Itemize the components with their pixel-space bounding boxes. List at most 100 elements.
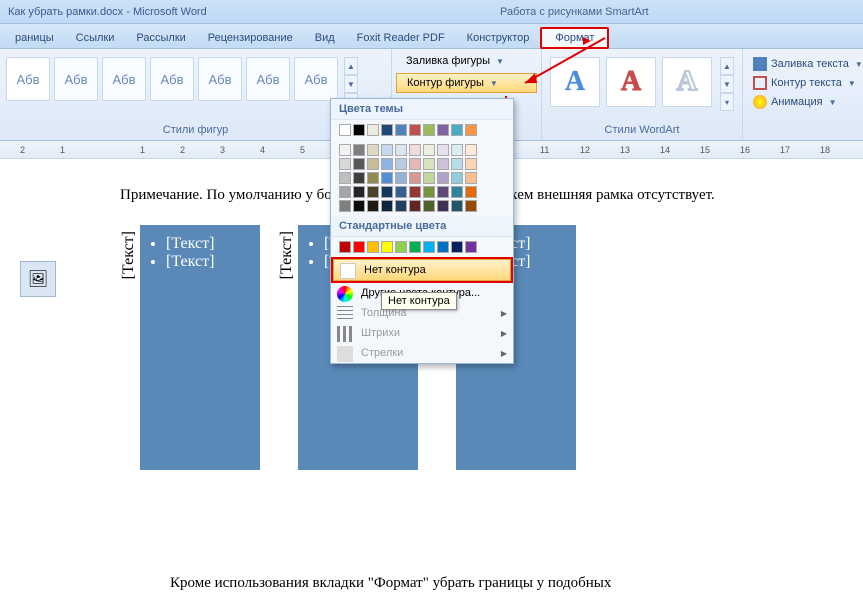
color-swatch[interactable] — [395, 124, 407, 136]
vertical-text-1[interactable]: [Текст] — [120, 225, 138, 285]
color-swatch[interactable] — [367, 186, 379, 198]
color-swatch[interactable] — [353, 186, 365, 198]
wordart-more[interactable]: ▾ — [720, 93, 734, 111]
color-swatch[interactable] — [367, 144, 379, 156]
color-swatch[interactable] — [367, 200, 379, 212]
tab-mailings[interactable]: Рассылки — [125, 27, 196, 48]
color-swatch[interactable] — [437, 144, 449, 156]
color-swatch[interactable] — [465, 241, 477, 253]
shape-style-6[interactable]: Абв — [246, 57, 290, 101]
color-swatch[interactable] — [395, 241, 407, 253]
color-swatch[interactable] — [451, 172, 463, 184]
arrows-item[interactable]: Стрелки ▶ — [331, 343, 513, 363]
tab-links[interactable]: Ссылки — [65, 27, 126, 48]
color-swatch[interactable] — [339, 241, 351, 253]
color-swatch[interactable] — [465, 144, 477, 156]
shape-style-7[interactable]: Абв — [294, 57, 338, 101]
tab-pages[interactable]: раницы — [4, 27, 65, 48]
color-swatch[interactable] — [353, 124, 365, 136]
wordart-style-3[interactable]: А — [662, 57, 712, 107]
color-swatch[interactable] — [353, 200, 365, 212]
color-swatch[interactable] — [339, 158, 351, 170]
color-swatch[interactable] — [353, 241, 365, 253]
color-swatch[interactable] — [367, 124, 379, 136]
color-swatch[interactable] — [395, 144, 407, 156]
animation-button[interactable]: Анимация ▼ — [749, 93, 863, 111]
color-swatch[interactable] — [381, 144, 393, 156]
color-swatch[interactable] — [339, 144, 351, 156]
color-swatch[interactable] — [423, 186, 435, 198]
tab-view[interactable]: Вид — [304, 27, 346, 48]
shape-style-5[interactable]: Абв — [198, 57, 242, 101]
color-swatch[interactable] — [353, 172, 365, 184]
list-item[interactable]: [Текст] — [166, 235, 252, 253]
color-swatch[interactable] — [381, 172, 393, 184]
color-swatch[interactable] — [395, 186, 407, 198]
color-swatch[interactable] — [409, 124, 421, 136]
color-swatch[interactable] — [437, 124, 449, 136]
color-swatch[interactable] — [367, 158, 379, 170]
color-swatch[interactable] — [339, 124, 351, 136]
color-swatch[interactable] — [423, 241, 435, 253]
color-swatch[interactable] — [465, 200, 477, 212]
smartart-block-1[interactable]: [Текст] [Текст] — [140, 225, 260, 470]
color-swatch[interactable] — [395, 158, 407, 170]
vertical-text-2[interactable]: [Текст] — [278, 225, 296, 285]
color-swatch[interactable] — [409, 241, 421, 253]
color-swatch[interactable] — [381, 158, 393, 170]
color-swatch[interactable] — [339, 172, 351, 184]
color-swatch[interactable] — [423, 158, 435, 170]
dashes-item[interactable]: Штрихи ▶ — [331, 323, 513, 343]
color-swatch[interactable] — [423, 200, 435, 212]
color-swatch[interactable] — [451, 144, 463, 156]
color-swatch[interactable] — [367, 172, 379, 184]
color-swatch[interactable] — [465, 124, 477, 136]
color-swatch[interactable] — [465, 172, 477, 184]
color-swatch[interactable] — [353, 144, 365, 156]
color-swatch[interactable] — [381, 241, 393, 253]
wordart-down[interactable]: ▼ — [720, 75, 734, 93]
color-swatch[interactable] — [423, 172, 435, 184]
color-swatch[interactable] — [339, 186, 351, 198]
picture-placeholder-1[interactable] — [20, 261, 56, 297]
list-item[interactable]: [Текст] — [166, 253, 252, 271]
no-outline-item[interactable]: Нет контура — [333, 259, 511, 281]
color-swatch[interactable] — [353, 158, 365, 170]
gallery-down[interactable]: ▼ — [344, 75, 358, 93]
color-swatch[interactable] — [437, 172, 449, 184]
color-swatch[interactable] — [423, 124, 435, 136]
color-swatch[interactable] — [451, 124, 463, 136]
color-swatch[interactable] — [381, 186, 393, 198]
color-swatch[interactable] — [451, 241, 463, 253]
shape-style-2[interactable]: Абв — [54, 57, 98, 101]
color-swatch[interactable] — [409, 144, 421, 156]
shape-style-1[interactable]: Абв — [6, 57, 50, 101]
color-swatch[interactable] — [437, 200, 449, 212]
text-fill-button[interactable]: Заливка текста ▼ — [749, 55, 863, 73]
color-swatch[interactable] — [339, 200, 351, 212]
color-swatch[interactable] — [423, 144, 435, 156]
color-swatch[interactable] — [465, 186, 477, 198]
color-swatch[interactable] — [409, 172, 421, 184]
tab-foxit[interactable]: Foxit Reader PDF — [346, 27, 456, 48]
color-swatch[interactable] — [437, 186, 449, 198]
color-swatch[interactable] — [451, 158, 463, 170]
color-swatch[interactable] — [409, 158, 421, 170]
color-swatch[interactable] — [451, 186, 463, 198]
color-swatch[interactable] — [437, 241, 449, 253]
color-swatch[interactable] — [367, 241, 379, 253]
shape-style-4[interactable]: Абв — [150, 57, 194, 101]
gallery-up[interactable]: ▲ — [344, 57, 358, 75]
color-swatch[interactable] — [465, 158, 477, 170]
shape-style-3[interactable]: Абв — [102, 57, 146, 101]
color-swatch[interactable] — [395, 200, 407, 212]
color-swatch[interactable] — [409, 200, 421, 212]
color-swatch[interactable] — [409, 186, 421, 198]
color-swatch[interactable] — [381, 200, 393, 212]
wordart-up[interactable]: ▲ — [720, 57, 734, 75]
color-swatch[interactable] — [381, 124, 393, 136]
tab-review[interactable]: Рецензирование — [197, 27, 304, 48]
color-swatch[interactable] — [395, 172, 407, 184]
color-swatch[interactable] — [437, 158, 449, 170]
text-outline-button[interactable]: Контур текста ▼ — [749, 74, 863, 92]
